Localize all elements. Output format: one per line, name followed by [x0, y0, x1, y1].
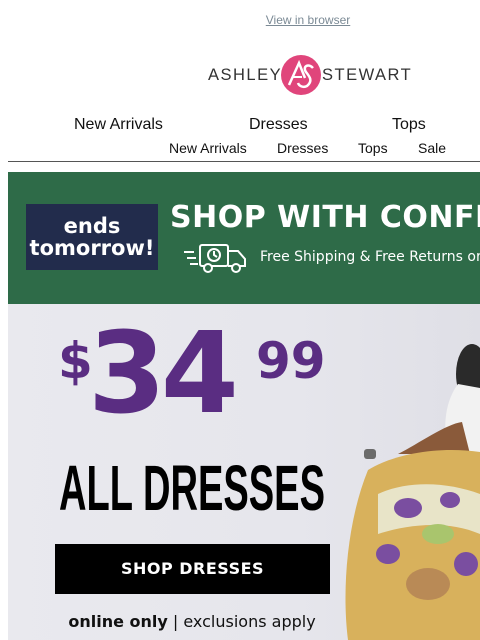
promo-banner[interactable]: ends tomorrow! SHOP WITH CONFI Free Ship… — [8, 172, 480, 304]
nav-divider — [8, 161, 480, 162]
fine-print: online only | exclusions apply — [68, 612, 315, 631]
promo-subline: Free Shipping & Free Returns or — [260, 249, 480, 265]
hero-headline-text: ALL DRESSES — [59, 452, 325, 518]
price-whole: 34 — [88, 309, 239, 439]
fine-print-bold: online only — [68, 612, 168, 631]
subnav-item-new-arrivals[interactable]: New Arrivals — [169, 140, 247, 156]
subnav-item-sale[interactable]: Sale — [418, 140, 446, 156]
promo-headline: SHOP WITH CONFI — [170, 200, 480, 235]
ends-tomorrow-badge: ends tomorrow! — [26, 204, 158, 270]
primary-nav: New Arrivals Dresses Tops — [0, 116, 480, 136]
nav-item-dresses[interactable]: Dresses — [249, 116, 308, 134]
fine-print-rest: | exclusions apply — [167, 612, 316, 631]
brand-name-right: STEWART — [322, 66, 413, 84]
secondary-nav: New Arrivals Dresses Tops Sale — [0, 140, 480, 158]
nav-item-new-arrivals[interactable]: New Arrivals — [74, 116, 163, 134]
subnav-item-tops[interactable]: Tops — [358, 140, 388, 156]
subnav-item-dresses[interactable]: Dresses — [277, 140, 328, 156]
price-cents: 99 — [256, 332, 326, 390]
shop-dresses-button[interactable]: SHOP DRESSES — [55, 544, 330, 594]
hero-headline: ALL DRESSES — [59, 452, 325, 518]
ends-line-2: tomorrow! — [29, 236, 155, 260]
ends-line-1: ends — [63, 214, 121, 238]
brand-monogram-icon — [281, 55, 321, 95]
view-in-browser-link[interactable]: View in browser — [266, 13, 350, 27]
brand-name-left: ASHLEY — [208, 66, 283, 84]
nav-item-tops[interactable]: Tops — [392, 116, 426, 134]
delivery-truck-icon — [184, 244, 246, 273]
hero-section[interactable]: $ 34 99 ALL DRESSES SHOP DRESSES online … — [8, 304, 480, 640]
model-photo — [345, 344, 480, 640]
